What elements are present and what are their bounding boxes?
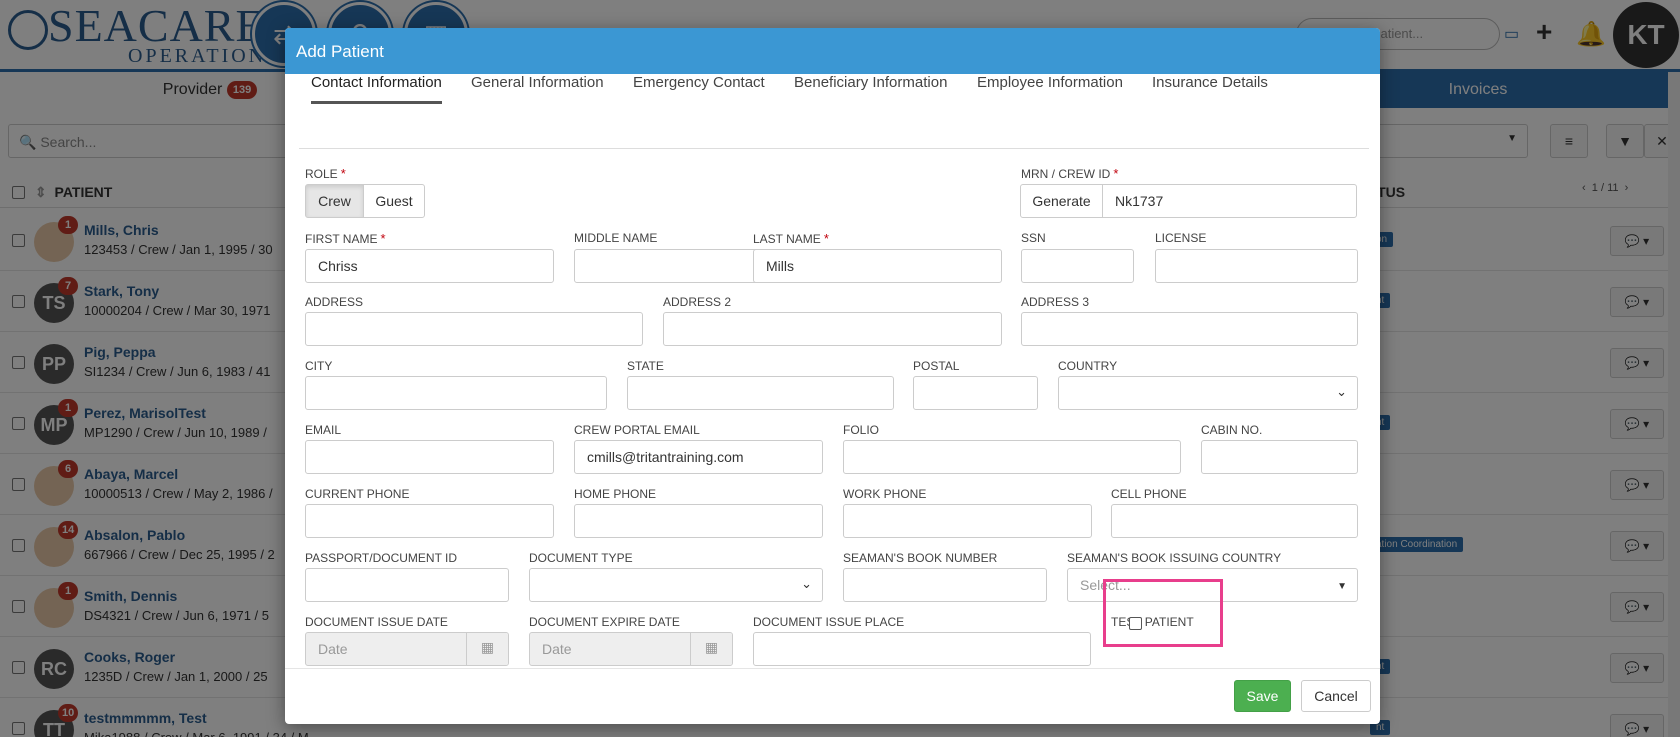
doc-issue-place-input[interactable] xyxy=(753,632,1091,666)
footer-divider xyxy=(285,668,1380,669)
cell-phone-input[interactable] xyxy=(1111,504,1358,538)
doc-issue-date-input[interactable]: Date ▦ xyxy=(305,632,509,666)
doc-issue-place-label: DOCUMENT ISSUE PLACE xyxy=(753,615,905,629)
state-label: STATE xyxy=(627,359,664,373)
address-label: ADDRESS xyxy=(305,295,364,309)
email-label: EMAIL xyxy=(305,423,342,437)
test-patient-label: TEST PATIENT xyxy=(1111,615,1194,629)
role-label: ROLE * xyxy=(305,166,346,181)
doc-type-select[interactable]: ⌄ xyxy=(529,568,823,602)
ssn-label: SSN xyxy=(1021,231,1046,245)
chevron-down-icon: ⌄ xyxy=(1336,384,1347,399)
cabin-input[interactable] xyxy=(1201,440,1358,474)
middle-name-label: MIDDLE NAME xyxy=(574,231,658,245)
work-phone-input[interactable] xyxy=(843,504,1092,538)
calendar-icon[interactable]: ▦ xyxy=(466,633,508,665)
tab-insurance-details[interactable]: Insurance Details xyxy=(1152,74,1268,101)
modal-title: Add Patient xyxy=(285,28,1380,74)
address3-input[interactable] xyxy=(1021,312,1358,346)
role-crew-button[interactable]: Crew xyxy=(305,184,364,218)
city-label: CITY xyxy=(305,359,333,373)
license-label: LICENSE xyxy=(1155,231,1207,245)
city-input[interactable] xyxy=(305,376,607,410)
crew-portal-email-input[interactable]: cmills@tritantraining.com xyxy=(574,440,823,474)
generate-button[interactable]: Generate xyxy=(1020,184,1103,218)
state-input[interactable] xyxy=(627,376,894,410)
save-button[interactable]: Save xyxy=(1234,680,1291,712)
country-label: COUNTRY xyxy=(1058,359,1118,373)
crew-portal-email-label: CREW PORTAL EMAIL xyxy=(574,423,700,437)
cancel-button[interactable]: Cancel xyxy=(1301,680,1371,712)
test-patient-checkbox[interactable] xyxy=(1129,617,1142,630)
tab-emergency-contact[interactable]: Emergency Contact xyxy=(633,74,765,101)
doc-issue-date-label: DOCUMENT ISSUE DATE xyxy=(305,615,448,629)
work-phone-label: WORK PHONE xyxy=(843,487,927,501)
home-phone-input[interactable] xyxy=(574,504,823,538)
folio-label: FOLIO xyxy=(843,423,880,437)
license-input[interactable] xyxy=(1155,249,1358,283)
first-name-label: FIRST NAME * xyxy=(305,231,386,246)
doc-expire-date-input[interactable]: Date ▦ xyxy=(529,632,733,666)
date-placeholder: Date xyxy=(542,641,572,657)
seamans-book-label: SEAMAN'S BOOK NUMBER xyxy=(843,551,998,565)
folio-input[interactable] xyxy=(843,440,1181,474)
passport-label: PASSPORT/DOCUMENT ID xyxy=(305,551,458,565)
postal-label: POSTAL xyxy=(913,359,960,373)
current-phone-input[interactable] xyxy=(305,504,554,538)
passport-input[interactable] xyxy=(305,568,509,602)
mrn-input[interactable]: Nk1737 xyxy=(1102,184,1357,218)
address2-input[interactable] xyxy=(663,312,1002,346)
role-guest-button[interactable]: Guest xyxy=(363,184,425,218)
cabin-label: CABIN NO. xyxy=(1201,423,1263,437)
seamans-country-label: SEAMAN'S BOOK ISSUING COUNTRY xyxy=(1067,551,1282,565)
address3-label: ADDRESS 3 xyxy=(1021,295,1090,309)
cell-phone-label: CELL PHONE xyxy=(1111,487,1187,501)
last-name-label: LAST NAME * xyxy=(753,231,829,246)
email-input[interactable] xyxy=(305,440,554,474)
tab-contact-information[interactable]: Contact Information xyxy=(311,74,442,104)
first-name-input[interactable]: Chriss xyxy=(305,249,554,283)
doc-type-label: DOCUMENT TYPE xyxy=(529,551,633,565)
tab-employee-information[interactable]: Employee Information xyxy=(977,74,1123,101)
home-phone-label: HOME PHONE xyxy=(574,487,657,501)
chevron-down-icon: ⌄ xyxy=(801,576,812,591)
date-placeholder: Date xyxy=(318,641,348,657)
ssn-input[interactable] xyxy=(1021,249,1134,283)
doc-expire-date-label: DOCUMENT EXPIRE DATE xyxy=(529,615,680,629)
tab-general-information[interactable]: General Information xyxy=(471,74,604,101)
postal-input[interactable] xyxy=(913,376,1038,410)
tab-beneficiary-information[interactable]: Beneficiary Information xyxy=(794,74,947,101)
test-patient-highlight xyxy=(1103,579,1223,647)
address-input[interactable] xyxy=(305,312,643,346)
address2-label: ADDRESS 2 xyxy=(663,295,732,309)
country-select[interactable]: ⌄ xyxy=(1058,376,1358,410)
add-patient-modal: Add Patient Contact Information General … xyxy=(285,28,1380,724)
mrn-label: MRN / CREW ID * xyxy=(1021,166,1119,181)
caret-down-icon: ▼ xyxy=(1337,581,1347,592)
current-phone-label: CURRENT PHONE xyxy=(305,487,410,501)
calendar-icon[interactable]: ▦ xyxy=(690,633,732,665)
seamans-book-input[interactable] xyxy=(843,568,1047,602)
last-name-input[interactable]: Mills xyxy=(753,249,1002,283)
